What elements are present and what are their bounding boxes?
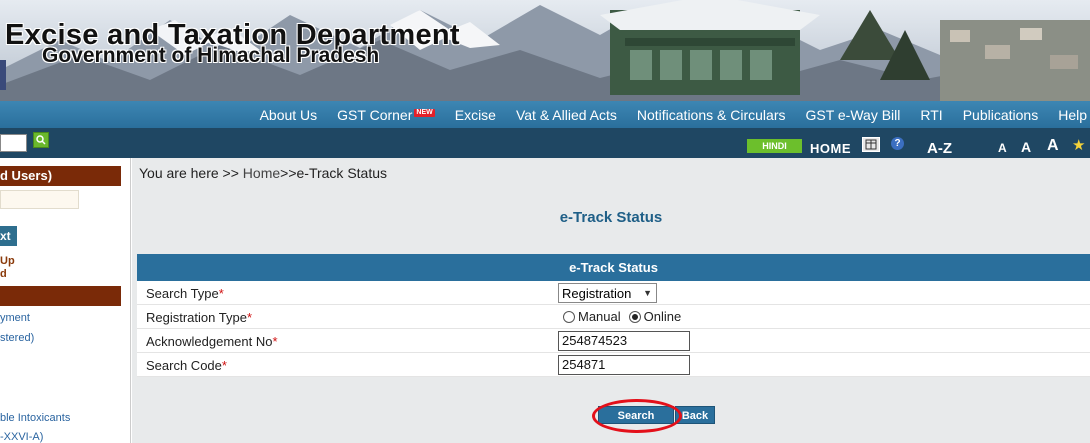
field-label: Search Code* bbox=[146, 358, 227, 373]
sidebar-link-intoxicants[interactable]: ble Intoxicants bbox=[0, 412, 70, 424]
form-header: e-Track Status bbox=[137, 254, 1090, 281]
breadcrumb: You are here >> Home>>e-Track Status bbox=[139, 165, 387, 181]
acknowledgement-no-input[interactable]: 254874523 bbox=[558, 331, 690, 351]
nav-label: RTI bbox=[920, 106, 943, 123]
home-link[interactable]: HOME bbox=[810, 141, 851, 156]
page-title: e-Track Status bbox=[559, 209, 663, 226]
back-button[interactable]: Back bbox=[675, 406, 715, 424]
utility-bar: HINDI HOME ? A-Z A A A ★ bbox=[0, 128, 1090, 158]
form-row-ack-no: Acknowledgement No* 254874523 bbox=[137, 329, 1090, 353]
radio-manual[interactable] bbox=[563, 310, 575, 323]
field-label: Acknowledgement No* bbox=[146, 334, 278, 349]
chevron-down-icon: ▼ bbox=[643, 288, 652, 298]
star-plus-icon[interactable]: ★ bbox=[1072, 136, 1085, 154]
form-row-search-type: Search Type* Registration ▼ bbox=[137, 281, 1090, 305]
search-code-input[interactable]: 254871 bbox=[558, 355, 690, 375]
left-sidebar: d Users) xt Up d yment stered) ble Intox… bbox=[0, 158, 131, 443]
sitemap-icon[interactable] bbox=[862, 137, 880, 152]
radio-label: Manual bbox=[578, 309, 621, 324]
form-row-search-code: Search Code* 254871 bbox=[137, 353, 1090, 377]
sidebar-forgot-link[interactable]: d bbox=[0, 268, 7, 280]
sidebar-signup-link[interactable]: Up bbox=[0, 255, 15, 267]
nav-rti[interactable]: RTI bbox=[920, 107, 942, 123]
hindi-button[interactable]: HINDI bbox=[747, 139, 802, 153]
a-z-index-link[interactable]: A-Z bbox=[927, 140, 952, 157]
field-label: Search Type* bbox=[146, 286, 224, 301]
font-size-large-button[interactable]: A bbox=[1047, 137, 1059, 155]
breadcrumb-prefix: You are here >> bbox=[139, 165, 243, 181]
sidebar-next-button[interactable]: xt bbox=[0, 226, 17, 246]
form-row-registration-type: Registration Type* Manual Online bbox=[137, 305, 1090, 329]
search-button[interactable]: Search bbox=[598, 406, 674, 424]
sidebar-login-heading: d Users) bbox=[0, 166, 121, 186]
field-label: Registration Type* bbox=[146, 310, 252, 325]
nav-excise[interactable]: Excise bbox=[455, 107, 496, 123]
nav-notifications-circulars[interactable]: Notifications & Circulars bbox=[637, 107, 786, 123]
required-mark: * bbox=[218, 286, 224, 301]
sidebar-section-heading bbox=[0, 286, 121, 306]
nav-label: Notifications & Circulars bbox=[636, 106, 786, 123]
logo-emblem bbox=[0, 60, 6, 90]
sidebar-link-registered[interactable]: stered) bbox=[0, 332, 34, 344]
new-badge: NEW bbox=[414, 108, 435, 117]
search-go-button[interactable] bbox=[33, 132, 49, 148]
site-search-input[interactable] bbox=[0, 134, 27, 152]
font-size-medium-button[interactable]: A bbox=[1021, 139, 1031, 155]
main-nav: About Us GST Corner NEW Excise Vat & Alli… bbox=[0, 101, 1090, 128]
nav-label: About Us bbox=[259, 106, 318, 123]
sidebar-link-payment[interactable]: yment bbox=[0, 312, 30, 324]
header-banner: Excise and Taxation Department Governmen… bbox=[0, 0, 1090, 101]
nav-publications[interactable]: Publications bbox=[963, 107, 1039, 123]
main-content: You are here >> Home>>e-Track Status e-T… bbox=[132, 158, 1090, 443]
nav-label: Publications bbox=[962, 106, 1039, 123]
sidebar-login-input[interactable] bbox=[0, 190, 79, 209]
sidebar-link-xxvi-a[interactable]: -XXVI-A) bbox=[0, 431, 43, 443]
nav-label: Excise bbox=[454, 106, 496, 123]
nav-label: Help bbox=[1058, 106, 1087, 123]
select-value: Registration bbox=[562, 285, 632, 301]
registration-type-radio-group: Manual Online bbox=[563, 309, 689, 324]
radio-online[interactable] bbox=[628, 310, 641, 323]
nav-label: GST Corner bbox=[337, 106, 413, 123]
required-mark: * bbox=[221, 358, 227, 373]
nav-label: GST e-Way Bill bbox=[805, 106, 901, 123]
breadcrumb-current: >>e-Track Status bbox=[280, 165, 388, 181]
site-subtitle: Government of Himachal Pradesh bbox=[42, 44, 380, 67]
search-icon bbox=[36, 135, 46, 145]
help-icon[interactable]: ? bbox=[891, 137, 904, 150]
font-size-small-button[interactable]: A bbox=[998, 141, 1007, 155]
nav-vat-allied-acts[interactable]: Vat & Allied Acts bbox=[516, 107, 617, 123]
search-type-select[interactable]: Registration ▼ bbox=[558, 283, 657, 303]
required-mark: * bbox=[272, 334, 278, 349]
required-mark: * bbox=[246, 310, 252, 325]
nav-help[interactable]: Help bbox=[1058, 107, 1087, 123]
breadcrumb-home-link[interactable]: Home bbox=[243, 165, 280, 181]
radio-label: Online bbox=[643, 309, 682, 324]
etrack-form: e-Track Status Search Type* Registration… bbox=[137, 254, 1090, 379]
nav-gst-eway-bill[interactable]: GST e-Way Bill bbox=[805, 107, 900, 123]
nav-gst-corner[interactable]: GST Corner NEW bbox=[337, 107, 435, 123]
nav-label: Vat & Allied Acts bbox=[515, 106, 617, 123]
nav-about-us[interactable]: About Us bbox=[260, 107, 318, 123]
form-buttons: Search Back bbox=[598, 406, 715, 424]
